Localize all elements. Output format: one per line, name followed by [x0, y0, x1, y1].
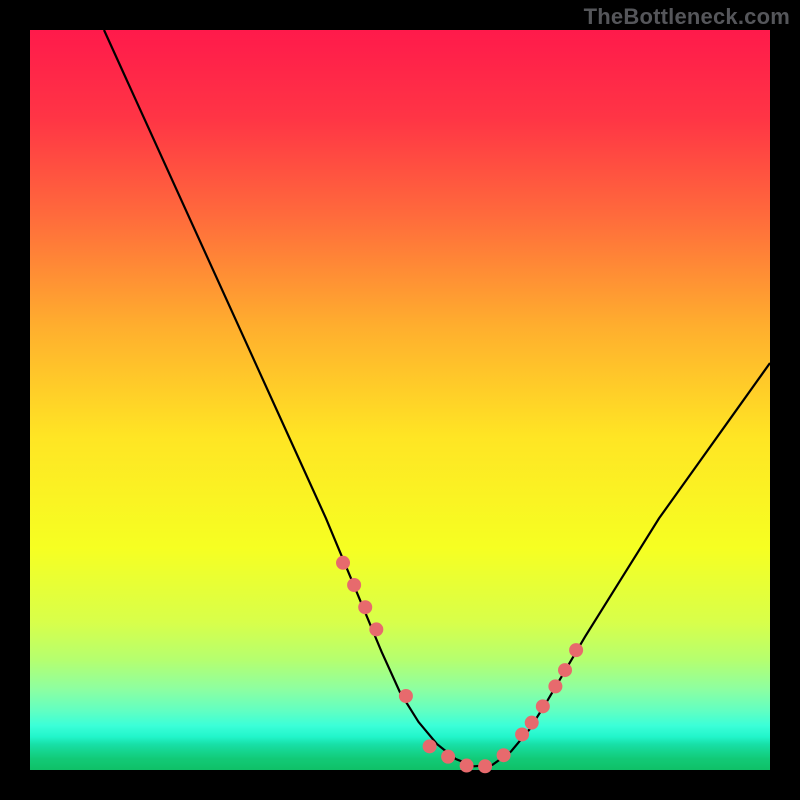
- highlight-dot: [515, 727, 529, 741]
- highlight-dot: [558, 663, 572, 677]
- highlight-dot: [358, 600, 372, 614]
- watermark-text: TheBottleneck.com: [584, 4, 790, 30]
- highlight-dot: [336, 556, 350, 570]
- bottleneck-curve-chart: [0, 0, 800, 800]
- highlight-dot: [497, 748, 511, 762]
- highlight-dot: [423, 739, 437, 753]
- highlight-dot: [441, 750, 455, 764]
- plot-background: [30, 30, 770, 770]
- highlight-dot: [369, 622, 383, 636]
- highlight-dot: [478, 759, 492, 773]
- highlight-dot: [347, 578, 361, 592]
- highlight-dot: [548, 679, 562, 693]
- highlight-dot: [536, 699, 550, 713]
- chart-container: TheBottleneck.com: [0, 0, 800, 800]
- highlight-dot: [569, 643, 583, 657]
- highlight-dot: [399, 689, 413, 703]
- highlight-dot: [460, 759, 474, 773]
- highlight-dot: [525, 716, 539, 730]
